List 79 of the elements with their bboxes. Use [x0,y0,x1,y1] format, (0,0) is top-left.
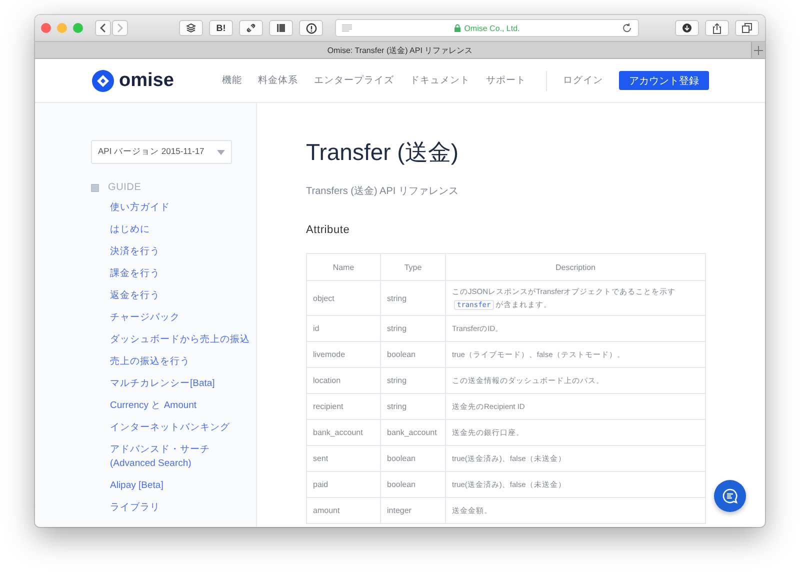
sidebar-link[interactable]: 課金を行う [110,263,250,285]
column-header: Type [380,254,446,280]
chevron-right-icon [116,23,124,33]
table-cell: bank_account [380,420,446,446]
logo-icon [92,70,114,92]
book-icon [91,184,99,192]
layers-icon [186,23,196,33]
table-cell: string [380,280,446,316]
sidebar-link[interactable]: 使い方ガイド [110,197,250,219]
column-header: Description [446,254,706,280]
chat-button[interactable] [714,480,746,512]
page-subtitle: Transfers (送金) API リファレンス [306,185,460,198]
link-button[interactable] [239,20,263,36]
nav-link[interactable]: エンタープライズ [314,74,394,87]
chat-bubble-icon [722,488,738,504]
table-cell: sent [306,446,380,472]
section-heading: GUIDE [108,182,142,193]
notebook-icon [276,23,286,33]
info-icon [306,22,316,34]
tabs-icon [742,23,752,33]
address-bar[interactable]: Omise Co., Ltd. [335,19,639,37]
bookmark-extension-button[interactable]: B! [209,20,233,36]
back-button[interactable] [95,20,111,36]
table-cell: recipient [306,394,380,420]
table-cell: boolean [380,342,446,368]
table-cell: string [380,368,446,394]
sidebar-link[interactable]: 売上の振込を行う [110,351,250,373]
sidebar-link[interactable]: ライブラリ [110,497,250,519]
table-cell: id [306,316,380,342]
table-cell: string [380,394,446,420]
sidebar-link[interactable]: Alipay [Beta] [110,475,250,497]
signup-button[interactable]: アカウント登録 [619,71,709,90]
table-cell: boolean [380,446,446,472]
lock-icon [454,24,462,32]
sidebar-link[interactable]: 返金を行う [110,285,250,307]
login-link[interactable]: ログイン [563,74,603,87]
table-cell: object [306,280,380,316]
sidebar-link[interactable]: アドバンスド・サーチ (Advanced Search) [110,439,250,475]
logo-text[interactable]: omise [119,70,174,92]
nav-link[interactable]: サポート [486,74,526,87]
tabs-button[interactable] [735,20,759,36]
sidebar-link[interactable]: チャージバック [110,307,250,329]
reload-icon[interactable] [622,23,632,33]
nav-link[interactable]: ドキュメント [410,74,470,87]
sidebar-link[interactable]: 決済を行う [110,241,250,263]
sidebar-link[interactable]: はじめに [110,219,250,241]
table-cell: location [306,368,380,394]
section-title: Attribute [306,224,351,236]
table-cell: boolean [380,472,446,498]
layers-button[interactable] [179,20,203,36]
download-button[interactable] [675,20,699,36]
table-cell: bank_account [306,420,380,446]
table-cell: amount [306,498,380,524]
nav-link[interactable]: 機能 [222,74,242,87]
table-cell: paid [306,472,380,498]
table-cell: integer [380,498,446,524]
page-title: Transfer (送金) [306,138,460,167]
download-icon [682,23,692,33]
reader-icon [342,24,352,32]
sidebar-link[interactable]: Currency と Amount [110,395,250,417]
nav-link[interactable]: 料金体系 [258,74,298,87]
plus-icon [754,46,763,54]
sidebar-link[interactable]: ダッシュボードから売上の振込 [110,329,250,351]
table-cell: string [380,316,446,342]
new-tab-button[interactable] [751,42,765,58]
sidebar-link[interactable]: インターネットバンキング [110,417,250,439]
notebook-button[interactable] [269,20,293,36]
sidebar-link[interactable]: マルチカレンシー[Bata] [110,373,250,395]
tab-title[interactable]: Omise: Transfer (送金) API リファレンス [327,44,473,56]
version-select[interactable]: API バージョン 2015-11-17 [91,140,232,164]
table-cell: livemode [306,342,380,368]
share-icon [712,22,722,34]
info-button[interactable] [299,20,323,36]
column-header: Name [306,254,380,280]
caret-icon [217,150,225,154]
link-icon [246,23,256,33]
chevron-left-icon [99,23,107,33]
share-button[interactable] [705,20,729,36]
site-name: Omise Co., Ltd. [454,24,520,32]
